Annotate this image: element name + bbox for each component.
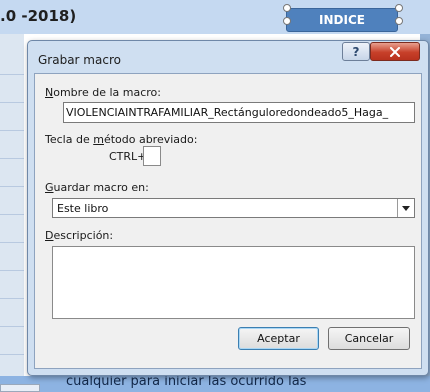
sheet-title: .0 -2018) [0, 7, 77, 25]
close-icon [390, 46, 400, 57]
macro-name-label-text: ombre de la macro: [53, 86, 161, 99]
store-in-select[interactable]: Este libro [52, 198, 415, 218]
dialog-body: Nombre de la macro: VIOLENCIAINTRAFAMILI… [34, 73, 422, 369]
store-in-value: Este libro [57, 202, 109, 215]
dialog-title: Grabar macro [38, 53, 121, 67]
cancel-button[interactable]: Cancelar [328, 327, 410, 350]
description-label: Descripción: [45, 229, 114, 242]
macro-name-label: Nombre de la macro: [45, 86, 161, 99]
shape-handle-left[interactable] [283, 17, 291, 25]
help-button[interactable]: ? [342, 42, 370, 61]
ok-button[interactable]: Aceptar [238, 327, 319, 350]
sheet-left-column [0, 34, 24, 392]
shortcut-key-input[interactable] [143, 146, 161, 166]
indice-shape-button[interactable]: INDICE [286, 8, 398, 32]
shape-handle-top-right[interactable] [395, 4, 403, 12]
ctrl-prefix-label: CTRL+ [109, 150, 147, 163]
shape-handle-top-left[interactable] [283, 4, 291, 12]
shape-handle-right[interactable] [395, 17, 403, 25]
sheet-bottom-cell[interactable] [0, 384, 40, 392]
shortcut-label: Tecla de método abreviado: [45, 133, 198, 146]
close-button[interactable] [370, 42, 420, 61]
chevron-down-icon[interactable] [397, 199, 414, 217]
sheet-bottom-text: cualquier para iniciar las ocurrido las [66, 374, 307, 389]
record-macro-dialog: Grabar macro ? Nombre de la macro: VIOLE… [27, 40, 429, 376]
description-textarea[interactable] [52, 246, 415, 319]
store-in-label: Guardar macro en: [45, 181, 149, 194]
macro-name-input[interactable]: VIOLENCIAINTRAFAMILIAR_Rectánguloredonde… [63, 102, 415, 123]
